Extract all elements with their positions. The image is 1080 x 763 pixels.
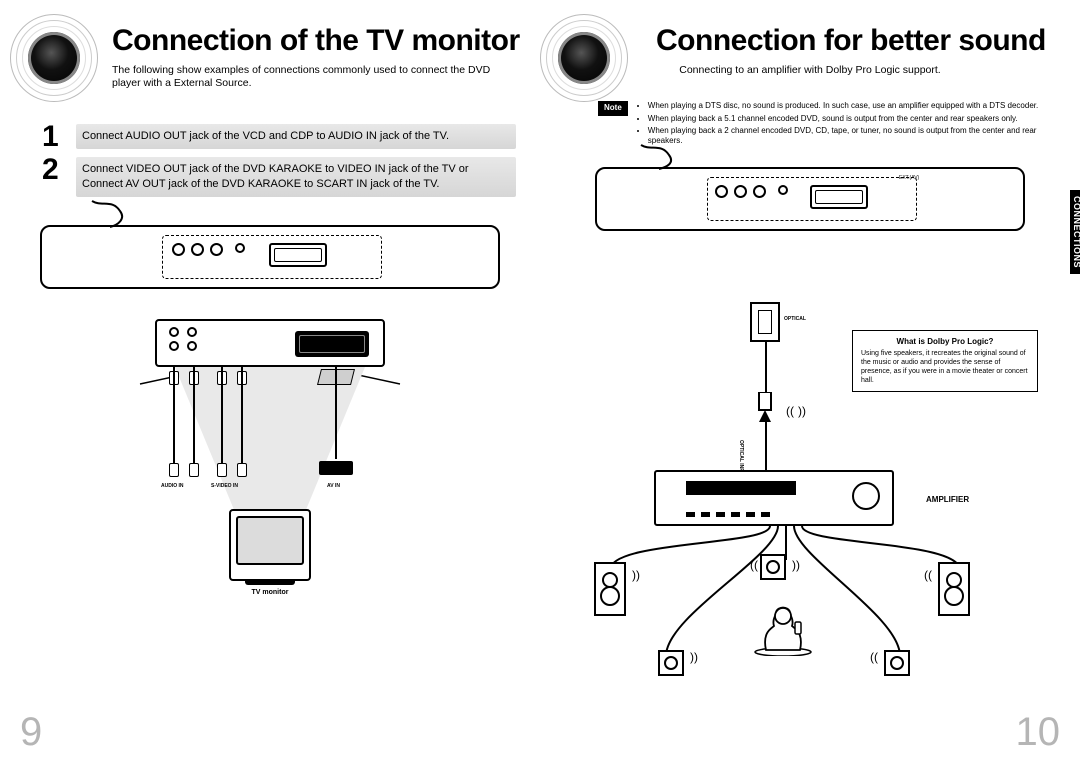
ext-av-label: EXT.(AV) bbox=[327, 323, 347, 329]
step-number: 2 bbox=[42, 153, 59, 187]
sound-waves-icon: )) bbox=[792, 562, 800, 569]
center-speaker-icon bbox=[760, 554, 786, 580]
cable-diagram: AUDIO IN S-VIDEO IN AV IN bbox=[155, 367, 385, 487]
optical-connector-top bbox=[750, 302, 780, 342]
step-text: Connect AUDIO OUT jack of the VCD and CD… bbox=[76, 124, 516, 149]
info-box-text: Using five speakers, it recreates the or… bbox=[861, 349, 1029, 385]
note-item: When playing back a 2 channel encoded DV… bbox=[648, 126, 1056, 147]
tv-monitor-caption: TV monitor bbox=[24, 589, 516, 596]
step-2: 2 Connect VIDEO OUT jack of the DVD KARA… bbox=[42, 157, 516, 197]
page-title: Connection for better sound bbox=[656, 24, 1056, 58]
step-number: 1 bbox=[42, 120, 59, 154]
sound-waves-icon: )) bbox=[690, 654, 698, 661]
rear-left-speaker-icon bbox=[658, 650, 684, 676]
speaker-icon bbox=[540, 14, 628, 102]
page-10: Connection for better sound Connecting t… bbox=[540, 0, 1080, 763]
sound-waves-icon: )) bbox=[798, 408, 806, 415]
tv-rear-panel: EXT.(AV) bbox=[155, 319, 385, 367]
svideo-in-label: S-VIDEO IN bbox=[211, 483, 238, 489]
sound-waves-icon: )) bbox=[924, 572, 932, 579]
sound-waves-icon: )) bbox=[632, 572, 640, 579]
step-list: 1 Connect AUDIO OUT jack of the VCD and … bbox=[42, 124, 516, 197]
page-number: 10 bbox=[1016, 710, 1061, 755]
note-item: When playing back a 5.1 channel encoded … bbox=[648, 114, 1056, 124]
page-9: Connection of the TV monitor The followi… bbox=[0, 0, 540, 763]
page-number: 9 bbox=[20, 710, 42, 755]
tv-monitor-icon bbox=[229, 509, 311, 581]
note-block: Note When playing a DTS disc, no sound i… bbox=[598, 101, 1056, 149]
speaker-icon bbox=[10, 14, 98, 102]
info-box: What is Dolby Pro Logic? Using five spea… bbox=[852, 330, 1038, 392]
rear-right-speaker-icon bbox=[884, 650, 910, 676]
front-right-speaker-icon bbox=[938, 562, 970, 616]
note-item: When playing a DTS disc, no sound is pro… bbox=[648, 101, 1056, 111]
page-subtitle: The following show examples of connectio… bbox=[112, 64, 512, 90]
step-text: Connect VIDEO OUT jack of the DVD KARAOK… bbox=[76, 157, 516, 197]
amplifier-label: AMPLIFIER bbox=[926, 495, 969, 504]
step-1: 1 Connect AUDIO OUT jack of the VCD and … bbox=[42, 124, 516, 149]
sound-waves-icon: )) bbox=[750, 562, 758, 569]
ext-av-label: EXT.(AV) bbox=[899, 175, 919, 181]
dvd-back-panel: EXT.(AV) bbox=[595, 167, 1025, 231]
page-title: Connection of the TV monitor bbox=[112, 24, 516, 58]
optical-connector-bottom bbox=[756, 392, 774, 422]
amplifier-icon bbox=[654, 470, 894, 526]
optical-label: OPTICAL bbox=[784, 316, 806, 322]
info-box-title: What is Dolby Pro Logic? bbox=[861, 337, 1029, 346]
sound-waves-icon: )) bbox=[786, 408, 794, 415]
av-in-label: AV IN bbox=[327, 483, 340, 489]
front-left-speaker-icon bbox=[594, 562, 626, 616]
listener-icon bbox=[752, 598, 814, 656]
section-tab: CONNECTIONS bbox=[1070, 190, 1080, 274]
note-badge: Note bbox=[598, 101, 628, 115]
dvd-back-panel bbox=[40, 225, 500, 289]
sound-waves-icon: )) bbox=[870, 654, 878, 661]
audio-in-label: AUDIO IN bbox=[161, 483, 184, 489]
page-subtitle: Connecting to an amplifier with Dolby Pr… bbox=[564, 64, 1056, 77]
